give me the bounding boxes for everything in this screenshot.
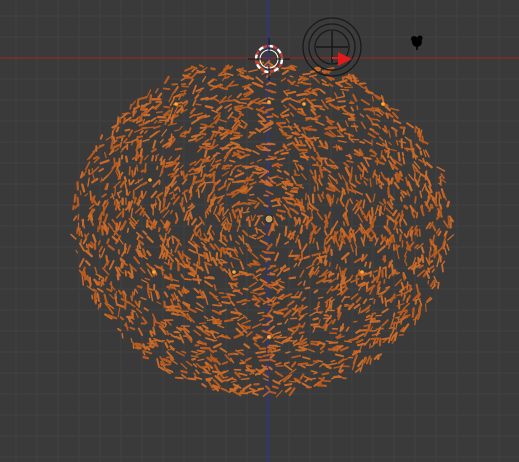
viewport-canvas[interactable]	[0, 0, 519, 462]
lamp-icon[interactable]	[411, 35, 423, 51]
vertex-point[interactable]	[267, 335, 271, 339]
vertex-point[interactable]	[381, 102, 385, 106]
x-arrow-icon[interactable]	[338, 52, 352, 66]
3d-viewport[interactable]	[0, 0, 519, 462]
vertex-point[interactable]	[360, 270, 364, 274]
hair-particles[interactable]	[70, 59, 455, 398]
object-origin-icon[interactable]	[264, 214, 274, 224]
vertex-point[interactable]	[148, 178, 152, 182]
vertex-point[interactable]	[267, 100, 271, 104]
vertex-point[interactable]	[302, 102, 306, 106]
vertex-point[interactable]	[174, 102, 178, 106]
vertex-point[interactable]	[152, 270, 156, 274]
vertex-point[interactable]	[232, 270, 236, 274]
